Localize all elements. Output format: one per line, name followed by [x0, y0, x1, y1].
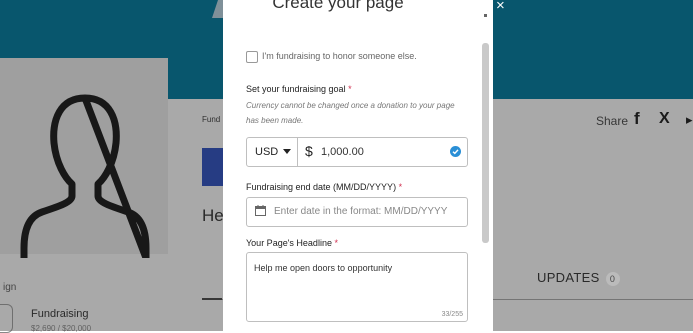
currency-value: USD [255, 146, 279, 158]
dollar-sign: $ [305, 143, 313, 159]
honor-checkbox-label[interactable]: I'm fundraising to honor someone else. [262, 51, 417, 61]
goal-amount-field: USD $ 1,000.00 [246, 137, 468, 167]
close-icon[interactable]: × [496, 0, 505, 14]
chevron-down-icon [283, 149, 291, 154]
currency-note-line2: has been made. [246, 116, 304, 125]
required-mark: * [398, 182, 403, 192]
required-mark: * [334, 238, 338, 248]
currency-note-line1: Currency cannot be changed once a donati… [246, 101, 455, 110]
end-date-field[interactable]: Enter date in the format: MM/DD/YYYY [246, 197, 468, 227]
calendar-icon [255, 205, 266, 216]
goal-label-text: Set your fundraising goal [246, 84, 346, 94]
check-circle-icon [450, 146, 461, 157]
end-date-label-text: Fundraising end date (MM/DD/YYYY) [246, 182, 397, 192]
honor-checkbox[interactable] [246, 51, 258, 63]
create-page-modal: Create your page I'm fundraising to hono… [223, 0, 493, 331]
end-date-label: Fundraising end date (MM/DD/YYYY) * [246, 182, 402, 192]
headline-value: Help me open doors to opportunity [254, 263, 393, 273]
currency-select[interactable]: USD [247, 138, 298, 166]
goal-label: Set your fundraising goal * [246, 84, 352, 94]
modal-scrollbar-thumb[interactable] [482, 43, 489, 243]
scroll-up-arrow-icon[interactable] [484, 14, 487, 17]
headline-textarea[interactable]: Help me open doors to opportunity 33/255 [246, 252, 468, 322]
headline-label: Your Page's Headline * [246, 238, 338, 248]
goal-amount-input[interactable]: 1,000.00 [321, 146, 364, 158]
headline-label-text: Your Page's Headline [246, 238, 332, 248]
modal-title: Create your page [272, 0, 404, 12]
end-date-placeholder: Enter date in the format: MM/DD/YYYY [274, 206, 448, 217]
required-mark: * [348, 84, 352, 94]
headline-char-count: 33/255 [441, 311, 463, 318]
